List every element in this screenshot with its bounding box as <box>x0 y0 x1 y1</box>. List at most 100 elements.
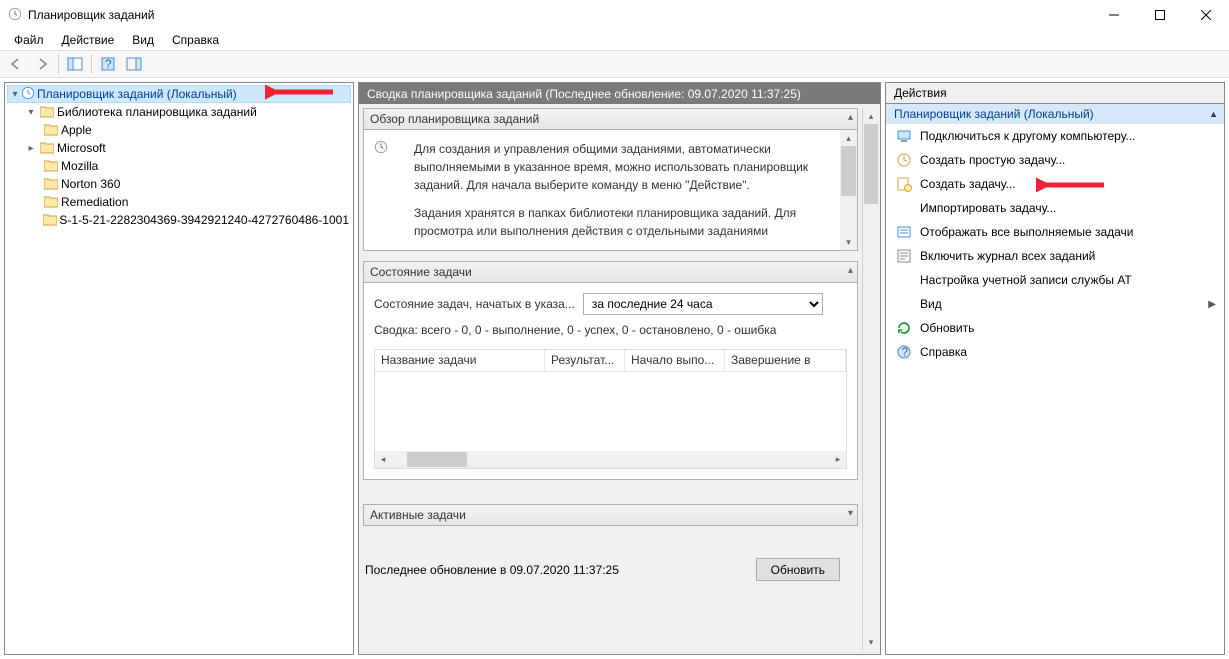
center-footer: Последнее обновление в 09.07.2020 11:37:… <box>363 552 858 587</box>
scroll-down-icon[interactable]: ▾ <box>840 234 857 250</box>
forward-button[interactable] <box>30 53 54 75</box>
action-label: Вид <box>920 297 942 311</box>
collapse-icon: ▴ <box>848 265 853 276</box>
action-label: Импортировать задачу... <box>920 201 1056 215</box>
col-result[interactable]: Результат... <box>545 350 625 371</box>
status-section-body: Состояние задач, начатых в указа... за п… <box>363 283 858 480</box>
refresh-icon <box>896 320 912 336</box>
refresh-button[interactable]: Обновить <box>756 558 840 581</box>
status-period-select[interactable]: за последние 24 часа <box>583 293 823 315</box>
tree-item-label: Remediation <box>61 195 128 209</box>
minimize-button[interactable] <box>1091 0 1137 30</box>
close-button[interactable] <box>1183 0 1229 30</box>
toolbar-separator <box>58 54 59 74</box>
scroll-thumb[interactable] <box>864 124 878 204</box>
console-tree[interactable]: ▾ Планировщик заданий (Локальный) ▾ Библ… <box>5 83 353 231</box>
svg-text:?: ? <box>105 57 112 71</box>
action-view[interactable]: Вид ▶ <box>886 292 1224 316</box>
menu-view[interactable]: Вид <box>124 31 162 49</box>
center-scrollbar[interactable]: ▴ ▾ <box>862 108 879 650</box>
window-controls <box>1091 0 1229 30</box>
col-task-name[interactable]: Название задачи <box>375 350 545 371</box>
action-create-task[interactable]: Создать задачу... <box>886 172 1224 196</box>
help-button[interactable]: ? <box>96 53 120 75</box>
tree-item-microsoft[interactable]: ▸Microsoft <box>7 139 351 157</box>
wizard-icon <box>896 152 912 168</box>
overview-section-body: Для создания и управления общими задания… <box>363 130 858 251</box>
folder-icon <box>39 140 55 156</box>
expand-icon: ▾ <box>848 508 853 519</box>
scroll-up-icon[interactable]: ▴ <box>863 108 879 124</box>
horizontal-scrollbar[interactable]: ◂ ▸ <box>375 451 846 468</box>
show-hide-tree-button[interactable] <box>63 53 87 75</box>
center-pane: Сводка планировщика заданий (Последнее о… <box>358 82 881 655</box>
running-tasks-icon <box>896 224 912 240</box>
status-period-label: Состояние задач, начатых в указа... <box>374 297 575 311</box>
menu-action[interactable]: Действие <box>54 31 123 49</box>
folder-icon <box>43 194 59 210</box>
col-start[interactable]: Начало выпо... <box>625 350 725 371</box>
actions-group-title[interactable]: Планировщик заданий (Локальный) ▲ <box>886 104 1224 124</box>
back-button[interactable] <box>4 53 28 75</box>
tree-item-mozilla[interactable]: Mozilla <box>7 157 351 175</box>
tree-item-sid[interactable]: S-1-5-21-2282304369-3942921240-427276048… <box>7 211 351 229</box>
tree-library[interactable]: ▾ Библиотека планировщика заданий <box>7 103 351 121</box>
last-refresh-label: Последнее обновление в 09.07.2020 11:37:… <box>365 563 619 577</box>
expand-icon[interactable]: ▸ <box>25 143 37 154</box>
center-body: Обзор планировщика заданий ▴ Для создани… <box>358 104 881 655</box>
tree-item-apple[interactable]: Apple <box>7 121 351 139</box>
toolbar-separator <box>91 54 92 74</box>
action-import-task[interactable]: Импортировать задачу... <box>886 196 1224 220</box>
collapse-icon[interactable]: ▾ <box>25 107 37 118</box>
tree-item-remediation[interactable]: Remediation <box>7 193 351 211</box>
action-show-running[interactable]: Отображать все выполняемые задачи <box>886 220 1224 244</box>
scheduler-icon <box>21 86 35 103</box>
collapse-icon: ▴ <box>848 112 853 123</box>
scroll-up-icon[interactable]: ▴ <box>840 130 857 146</box>
action-connect[interactable]: Подключиться к другому компьютеру... <box>886 124 1224 148</box>
overview-section-header[interactable]: Обзор планировщика заданий ▴ <box>363 108 858 130</box>
folder-icon <box>43 122 59 138</box>
tree-item-label: S-1-5-21-2282304369-3942921240-427276048… <box>59 213 349 227</box>
action-help[interactable]: ? Справка <box>886 340 1224 364</box>
task-status-table[interactable]: Название задачи Результат... Начало выпо… <box>374 349 847 469</box>
action-label: Обновить <box>920 321 974 335</box>
submenu-icon: ▶ <box>1208 299 1216 310</box>
tree-item-norton[interactable]: Norton 360 <box>7 175 351 193</box>
view-icon <box>896 296 912 312</box>
actions-pane: Действия Планировщик заданий (Локальный)… <box>885 82 1225 655</box>
col-end[interactable]: Завершение в <box>725 350 846 371</box>
status-section-header[interactable]: Состояние задачи ▴ <box>363 261 858 283</box>
show-hide-action-pane-button[interactable] <box>122 53 146 75</box>
action-create-basic-task[interactable]: Создать простую задачу... <box>886 148 1224 172</box>
folder-icon <box>42 212 57 228</box>
scroll-thumb[interactable] <box>841 146 856 196</box>
menu-file[interactable]: Файл <box>6 31 52 49</box>
maximize-button[interactable] <box>1137 0 1183 30</box>
action-enable-history[interactable]: Включить журнал всех заданий <box>886 244 1224 268</box>
menu-help[interactable]: Справка <box>164 31 227 49</box>
overview-paragraph-2: Задания хранятся в папках библиотеки пла… <box>414 204 837 240</box>
action-label: Отображать все выполняемые задачи <box>920 225 1134 239</box>
collapse-icon[interactable]: ▾ <box>9 89 21 100</box>
action-refresh[interactable]: Обновить <box>886 316 1224 340</box>
action-label: Настройка учетной записи службы AT <box>920 273 1132 287</box>
scroll-down-icon[interactable]: ▾ <box>863 634 879 650</box>
scroll-thumb[interactable] <box>407 452 467 467</box>
main-area: ▾ Планировщик заданий (Локальный) ▾ Библ… <box>0 78 1229 659</box>
toolbar: ? <box>0 50 1229 78</box>
svg-text:?: ? <box>902 345 909 359</box>
active-tasks-title: Активные задачи <box>370 508 466 522</box>
scroll-right-icon[interactable]: ▸ <box>830 454 846 465</box>
help-icon: ? <box>896 344 912 360</box>
overview-title: Обзор планировщика заданий <box>370 112 539 126</box>
action-at-account[interactable]: Настройка учетной записи службы AT <box>886 268 1224 292</box>
menubar: Файл Действие Вид Справка <box>0 30 1229 50</box>
library-icon <box>39 104 55 120</box>
at-account-icon <box>896 272 912 288</box>
scroll-left-icon[interactable]: ◂ <box>375 454 391 465</box>
scrollbar[interactable]: ▴ ▾ <box>840 130 857 250</box>
action-label: Справка <box>920 345 967 359</box>
active-tasks-section-header[interactable]: Активные задачи ▾ <box>363 504 858 526</box>
status-summary: Сводка: всего - 0, 0 - выполнение, 0 - у… <box>374 323 847 337</box>
